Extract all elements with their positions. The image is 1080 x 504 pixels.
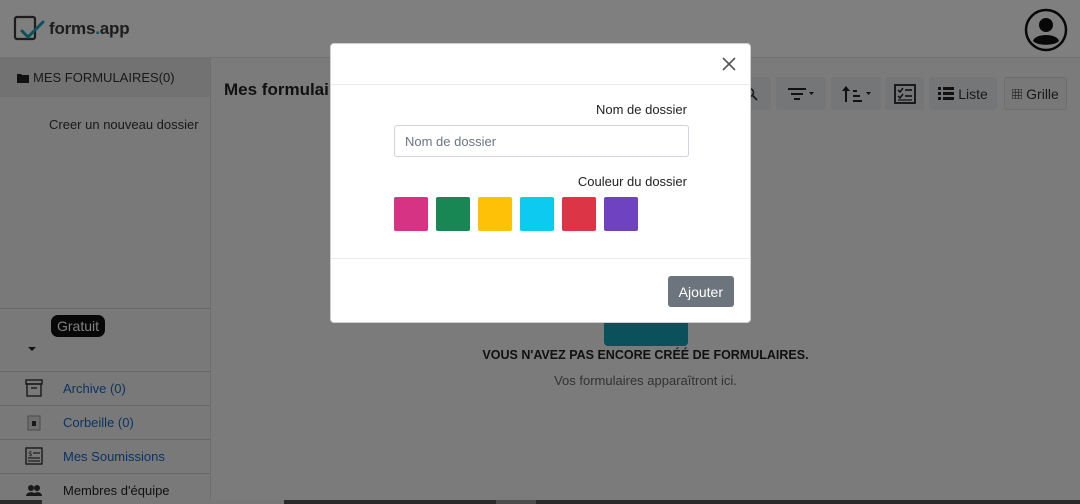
- folder-name-label: Nom de dossier: [595, 102, 687, 117]
- color-swatch-purple[interactable]: [604, 197, 638, 231]
- folder-color-label: Couleur du dossier: [577, 174, 687, 189]
- color-swatch-red[interactable]: [562, 197, 596, 231]
- color-swatch-green[interactable]: [436, 197, 470, 231]
- add-folder-button[interactable]: Ajouter: [667, 276, 734, 307]
- color-swatch-pink[interactable]: [394, 197, 428, 231]
- dialog-body: Nom de dossier Couleur du dossier: [331, 85, 750, 259]
- dialog-footer: Ajouter: [331, 259, 750, 323]
- color-swatch-cyan[interactable]: [520, 197, 554, 231]
- color-swatch-yellow[interactable]: [478, 197, 512, 231]
- dialog-header: [331, 44, 750, 85]
- new-folder-dialog: Nom de dossier Couleur du dossier Ajoute…: [330, 43, 751, 323]
- close-icon[interactable]: [720, 55, 738, 73]
- color-swatches: [394, 197, 638, 231]
- folder-name-input[interactable]: [394, 125, 689, 157]
